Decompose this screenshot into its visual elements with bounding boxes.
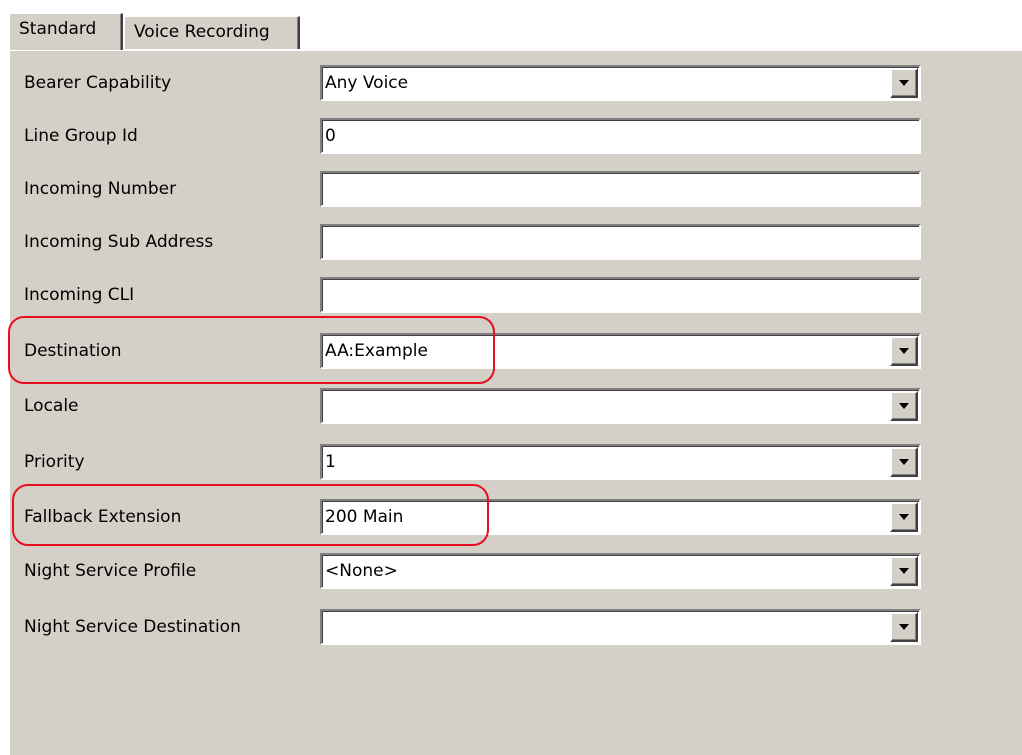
priority-dropdown-button[interactable] (890, 447, 918, 477)
bearer-capability-dropdown-button[interactable] (890, 68, 918, 98)
fallback-extension-label: Fallback Extension (24, 507, 182, 527)
line-group-id-input[interactable]: 0 (320, 118, 921, 154)
priority-label: Priority (24, 452, 85, 472)
locale-dropdown[interactable] (320, 388, 921, 424)
destination-dropdown[interactable]: AA:Example (320, 333, 921, 369)
line-group-id-value: 0 (325, 126, 336, 146)
locale-dropdown-button[interactable] (890, 391, 918, 421)
night-service-destination-label: Night Service Destination (24, 617, 241, 637)
night-service-profile-row: Night Service Profile <None> (10, 551, 1022, 591)
incoming-sub-address-row: Incoming Sub Address (10, 222, 1022, 262)
incoming-cli-label: Incoming CLI (24, 285, 135, 305)
tab-voice-recording[interactable]: Voice Recording (123, 15, 300, 51)
incoming-number-row: Incoming Number (10, 169, 1022, 209)
standard-tab-panel: Bearer Capability Any Voice Line Group I… (8, 49, 1022, 755)
night-service-destination-dropdown-button[interactable] (890, 612, 918, 642)
incoming-sub-address-label: Incoming Sub Address (24, 232, 214, 252)
priority-value: 1 (325, 452, 336, 472)
night-service-destination-row: Night Service Destination (10, 607, 1022, 647)
night-service-profile-value: <None> (325, 561, 398, 581)
bearer-capability-value: Any Voice (325, 73, 409, 93)
tab-standard[interactable]: Standard (8, 12, 123, 50)
fallback-extension-dropdown[interactable]: 200 Main (320, 499, 921, 535)
fallback-extension-value: 200 Main (325, 507, 404, 527)
chevron-down-icon (899, 403, 909, 409)
chevron-down-icon (899, 624, 909, 630)
chevron-down-icon (899, 348, 909, 354)
fallback-extension-dropdown-button[interactable] (890, 502, 918, 532)
line-group-id-row: Line Group Id 0 (10, 116, 1022, 156)
night-service-destination-dropdown[interactable] (320, 609, 921, 645)
incoming-call-route-form: Standard Voice Recording Bearer Capabili… (0, 0, 1022, 755)
chevron-down-icon (899, 459, 909, 465)
bearer-capability-dropdown[interactable]: Any Voice (320, 65, 921, 101)
night-service-profile-dropdown-button[interactable] (890, 556, 918, 586)
fallback-extension-row: Fallback Extension 200 Main (10, 497, 1022, 537)
destination-value: AA:Example (325, 341, 428, 361)
bearer-capability-row: Bearer Capability Any Voice (10, 63, 1022, 103)
destination-label: Destination (24, 341, 122, 361)
chevron-down-icon (899, 568, 909, 574)
incoming-sub-address-input[interactable] (320, 224, 921, 260)
priority-dropdown[interactable]: 1 (320, 444, 921, 480)
chevron-down-icon (899, 80, 909, 86)
line-group-id-label: Line Group Id (24, 126, 138, 146)
incoming-cli-row: Incoming CLI (10, 275, 1022, 315)
night-service-profile-dropdown[interactable]: <None> (320, 553, 921, 589)
incoming-number-label: Incoming Number (24, 179, 177, 199)
chevron-down-icon (899, 514, 909, 520)
incoming-cli-input[interactable] (320, 277, 921, 313)
priority-row: Priority 1 (10, 442, 1022, 482)
destination-dropdown-button[interactable] (890, 336, 918, 366)
night-service-profile-label: Night Service Profile (24, 561, 197, 581)
locale-label: Locale (24, 396, 79, 416)
bearer-capability-label: Bearer Capability (24, 73, 172, 93)
locale-row: Locale (10, 386, 1022, 426)
destination-row: Destination AA:Example (10, 331, 1022, 371)
incoming-number-input[interactable] (320, 171, 921, 207)
